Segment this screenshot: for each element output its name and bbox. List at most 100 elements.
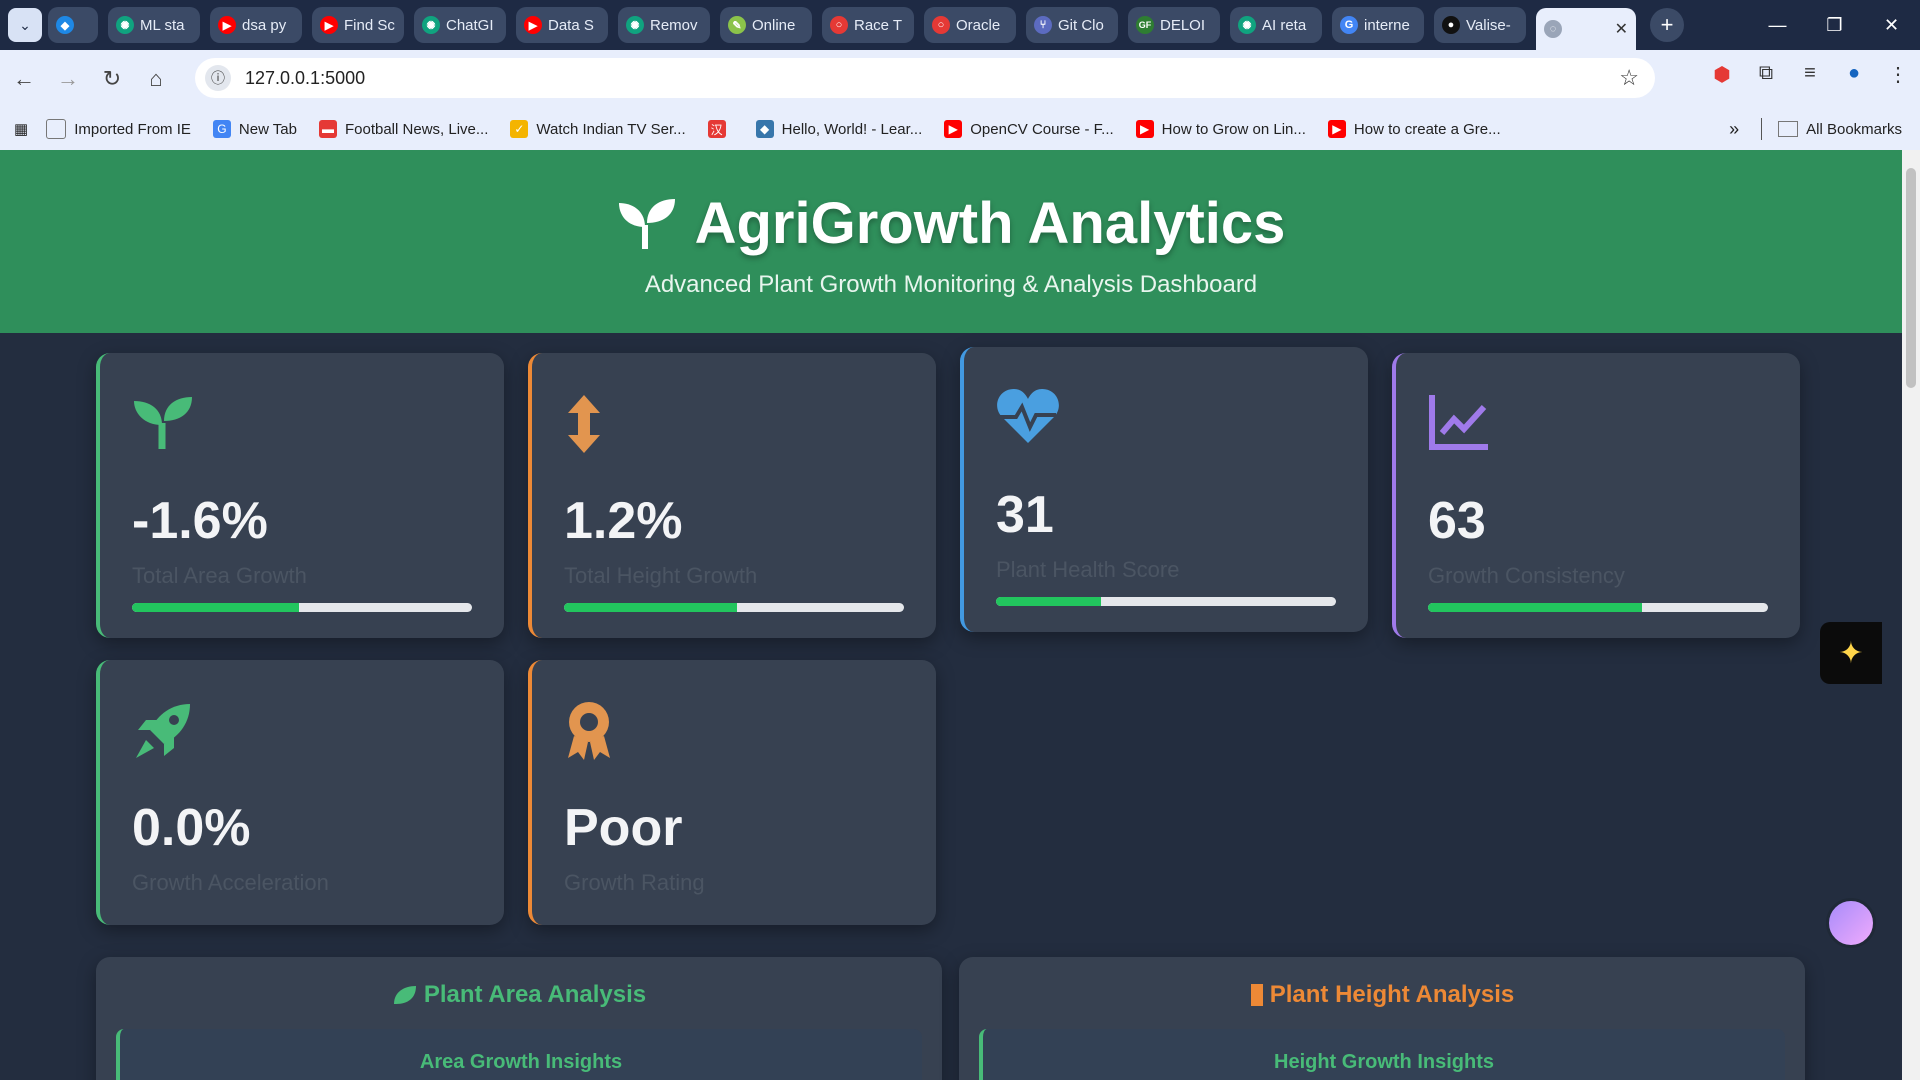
reload-icon[interactable]: ↻ — [92, 66, 132, 92]
tab[interactable]: ○ Oracle — [924, 7, 1016, 43]
url-text[interactable]: 127.0.0.1:5000 — [245, 68, 365, 89]
metric-card-area-growth: -1.6% Total Area Growth — [96, 353, 504, 638]
divider — [1761, 118, 1763, 140]
folder-icon — [46, 119, 67, 139]
heartbeat-icon — [996, 387, 1336, 451]
tab-label: Remov — [650, 16, 698, 34]
openai-icon: ✺ — [422, 16, 440, 34]
tab[interactable]: ● Valise- — [1434, 7, 1526, 43]
metric-card-consistency: 63 Growth Consistency — [1392, 353, 1800, 638]
apps-icon[interactable]: ▦ — [14, 120, 28, 138]
extensions-icon[interactable]: ⧉ — [1744, 62, 1788, 87]
home-icon[interactable]: ⌂ — [136, 66, 176, 92]
bookmark-label: How to create a Gre... — [1353, 120, 1501, 138]
omnibox[interactable]: ⓘ 127.0.0.1:5000 ☆ — [195, 58, 1655, 98]
seedling-icon — [132, 393, 472, 457]
tab-search-button[interactable]: ⌄ — [8, 8, 42, 42]
arrows-vertical-icon — [564, 393, 904, 457]
adblock-icon[interactable]: ⬢ — [1700, 62, 1744, 87]
bookmark-item[interactable]: G New Tab — [212, 120, 297, 138]
page-subtitle: Advanced Plant Growth Monitoring & Analy… — [644, 271, 1258, 298]
progress-fill — [564, 603, 738, 612]
bookmark-label: OpenCV Course - F... — [970, 120, 1114, 138]
tab-label: Online — [752, 16, 796, 34]
scrollbar[interactable] — [1902, 150, 1920, 1080]
youtube-icon: ▶ — [1135, 120, 1154, 138]
bookmark-label: New Tab — [238, 120, 297, 138]
tab[interactable]: ✺ ML sta — [108, 7, 200, 43]
tab[interactable]: ⑂ Git Clo — [1026, 7, 1118, 43]
assistant-avatar-button[interactable] — [1826, 898, 1876, 948]
all-bookmarks[interactable]: » All Bookmarks — [1729, 118, 1902, 140]
close-tab-icon[interactable]: ✕ — [1615, 19, 1628, 39]
forward-icon[interactable]: → — [48, 66, 88, 92]
tab[interactable]: ✺ AI reta — [1230, 7, 1322, 43]
new-tab-button[interactable]: + — [1650, 8, 1684, 42]
tab-list: ◆ ✺ ML sta ▶ dsa py ▶ Find Sc ✺ ChatGI ▶ Data… — [48, 0, 1646, 50]
tab[interactable]: ▶ Data S — [516, 7, 608, 43]
tab-active[interactable]: ◌ ✕ — [1536, 8, 1636, 50]
tab[interactable]: GF DELOI — [1128, 7, 1220, 43]
bookmark-item[interactable]: ✓ Watch Indian TV Ser... — [510, 120, 686, 138]
bookmark-item[interactable]: Imported From IE — [46, 119, 191, 139]
metric-value: 0.0% — [132, 799, 251, 857]
chart-line-icon — [1428, 393, 1768, 457]
bookmark-star-icon[interactable]: ☆ — [1619, 65, 1639, 91]
restore-icon[interactable]: ❐ — [1806, 0, 1863, 50]
tab[interactable]: ✺ ChatGI — [414, 7, 506, 43]
online-icon: ✎ — [728, 16, 746, 34]
profile-icon[interactable]: ● — [1832, 62, 1876, 87]
bookmark-item[interactable]: ▶ How to create a Gre... — [1327, 120, 1501, 138]
bookmark-item[interactable]: ▶ OpenCV Course - F... — [944, 120, 1114, 138]
insights-box: Height Growth Insights — [979, 1029, 1785, 1080]
openai-icon: ✺ — [626, 16, 644, 34]
metric-label: Total Height Growth — [564, 563, 758, 588]
bookmark-item[interactable]: 汉 — [707, 120, 734, 138]
ruler-icon — [1250, 984, 1263, 1006]
scrollbar-thumb[interactable] — [1906, 168, 1916, 388]
panel-title-text: Plant Area Analysis — [423, 981, 647, 1008]
tab[interactable]: Ginterne — [1332, 7, 1424, 43]
minimize-icon[interactable]: — — [1749, 0, 1806, 50]
metric-card-acceleration: 0.0% Growth Acceleration — [96, 660, 504, 925]
tab-label: interne — [1364, 16, 1410, 34]
tab[interactable]: ○ Race T — [822, 7, 914, 43]
tab-label: dsa py — [242, 16, 287, 34]
menu-icon[interactable]: ⋮ — [1876, 62, 1920, 87]
tab[interactable]: ▶ Find Sc — [312, 7, 404, 43]
seedling-icon — [618, 198, 675, 249]
panel-title-text: Plant Height Analysis — [1269, 981, 1515, 1008]
panel-title: Plant Area Analysis — [96, 957, 942, 1009]
bookmark-label: How to Grow on Lin... — [1161, 120, 1306, 138]
bookmark-item[interactable]: ◆ Hello, World! - Lear... — [755, 120, 922, 138]
insights-title: Area Growth Insights — [419, 1051, 623, 1073]
back-icon[interactable]: ← — [4, 66, 44, 92]
gf-icon: GF — [1136, 16, 1154, 34]
openai-icon: ✺ — [1238, 16, 1256, 34]
sparkle-assistant-button[interactable]: ✦ — [1820, 622, 1882, 684]
all-bookmarks-label: All Bookmarks — [1806, 120, 1902, 138]
tab-label: Git Clo — [1058, 16, 1104, 34]
tab[interactable]: ▶ dsa py — [210, 7, 302, 43]
close-window-icon[interactable]: ✕ — [1863, 0, 1920, 50]
bookmark-item[interactable]: ▶ How to Grow on Lin... — [1135, 120, 1306, 138]
tab[interactable]: ✺ Remov — [618, 7, 710, 43]
page-title: AgriGrowth Analytics — [694, 191, 1286, 256]
site-info-icon[interactable]: ⓘ — [205, 65, 231, 91]
chevron-more-icon[interactable]: » — [1729, 119, 1739, 140]
bookmark-item[interactable]: ▬ Football News, Live... — [318, 120, 488, 138]
progress-bar — [564, 603, 904, 612]
tab[interactable]: ◆ — [48, 7, 98, 43]
media-icon[interactable]: ≡ — [1788, 62, 1832, 87]
progress-bar — [132, 603, 472, 612]
progress-fill — [1428, 603, 1643, 612]
metric-card-growth-rating: Poor Growth Rating — [528, 660, 936, 925]
tab-label: ChatGI — [446, 16, 494, 34]
window-controls: — ❐ ✕ — [1749, 0, 1920, 50]
metric-value: 31 — [996, 486, 1054, 544]
bookmark-label: Watch Indian TV Ser... — [536, 120, 686, 138]
progress-fill — [996, 597, 1102, 606]
address-bar: ← → ↻ ⌂ ⓘ 127.0.0.1:5000 ☆ ⬢ ⧉ ≡ ● ⋮ — [0, 50, 1920, 108]
tab[interactable]: ✎ Online — [720, 7, 812, 43]
youtube-icon: ▶ — [320, 16, 338, 34]
